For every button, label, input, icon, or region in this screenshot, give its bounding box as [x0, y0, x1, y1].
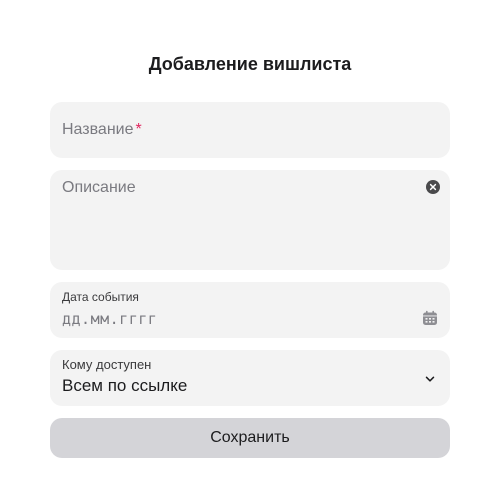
date-field[interactable]: Дата события дд.мм.гггг	[50, 282, 450, 338]
date-placeholder: дд.мм.гггг	[62, 310, 158, 328]
name-field[interactable]: Название *	[50, 102, 450, 158]
close-circle-icon[interactable]	[426, 180, 440, 194]
description-field[interactable]: Описание	[50, 170, 450, 270]
access-value: Всем по ссылке	[62, 376, 188, 395]
date-label: Дата события	[62, 290, 139, 304]
description-placeholder: Описание	[62, 179, 136, 196]
chevron-down-icon[interactable]	[424, 372, 436, 384]
name-placeholder: Название *	[62, 120, 142, 140]
save-button[interactable]: Сохранить	[50, 418, 450, 458]
name-placeholder-text: Название	[62, 121, 134, 138]
access-label: Кому доступен	[62, 357, 152, 372]
calendar-icon[interactable]	[422, 310, 438, 326]
page-title: Добавление вишлиста	[148, 54, 352, 74]
access-select[interactable]: Кому доступен Всем по ссылке	[50, 350, 450, 406]
required-mark: *	[135, 121, 142, 138]
